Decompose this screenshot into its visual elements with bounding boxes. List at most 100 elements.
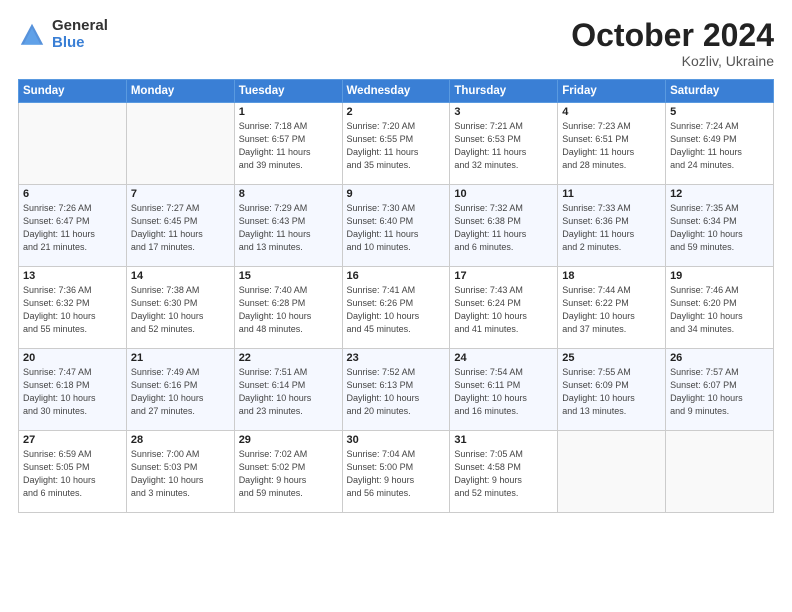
calendar-cell: 21Sunrise: 7:49 AM Sunset: 6:16 PM Dayli… [126,349,234,431]
calendar-cell: 7Sunrise: 7:27 AM Sunset: 6:45 PM Daylig… [126,185,234,267]
day-info: Sunrise: 7:27 AM Sunset: 6:45 PM Dayligh… [131,202,230,254]
calendar-cell: 10 Sunrise: 7:32 AM Sunset: 6:38 PM Dayli… [450,185,558,267]
day-number: 24 [454,352,553,364]
day-number: 27 [23,434,122,446]
calendar-cell: 3Sunrise: 7:21 AM Sunset: 6:53 PM Daylig… [450,103,558,185]
logo: General Blue [18,18,108,51]
day-number: 19 [670,270,769,282]
day-info: Sunrise: 7:30 AM Sunset: 6:40 PM Dayligh… [347,202,446,254]
day-number: 25 [562,352,661,364]
calendar-cell: 31Sunrise: 7:05 AM Sunset: 4:58 PM Dayli… [450,431,558,513]
calendar-cell: 18Sunrise: 7:44 AM Sunset: 6:22 PM Dayli… [558,267,666,349]
day-info: Sunrise: 7:26 AM Sunset: 6:47 PM Dayligh… [23,202,122,254]
calendar-cell: 4 Sunrise: 7:23 AM Sunset: 6:51 PM Daylig… [558,103,666,185]
logo-blue-text: Blue [52,35,108,52]
day-info: Sunrise: 7:29 AM Sunset: 6:43 PM Dayligh… [239,202,338,254]
day-info: Sunrise: 7:41 AM Sunset: 6:26 PM Dayligh… [347,284,446,336]
day-info: Sunrise: 7:44 AM Sunset: 6:22 PM Dayligh… [562,284,661,336]
calendar-cell: 25 Sunrise: 7:55 AM Sunset: 6:09 PM Dayli… [558,349,666,431]
calendar-cell: 1 Sunrise: 7:18 AM Sunset: 6:57 PM Daylig… [234,103,342,185]
calendar-cell: 22 Sunrise: 7:51 AM Sunset: 6:14 PM Dayli… [234,349,342,431]
calendar-cell: 29Sunrise: 7:02 AM Sunset: 5:02 PM Dayli… [234,431,342,513]
day-number: 10 [454,188,553,200]
day-number: 13 [23,270,122,282]
day-info: Sunrise: 7:23 AM Sunset: 6:51 PM Dayligh… [562,120,661,172]
calendar-cell: 6 Sunrise: 7:26 AM Sunset: 6:47 PM Daylig… [19,185,127,267]
logo-general-text: General [52,18,108,35]
calendar-cell: 26 Sunrise: 7:57 AM Sunset: 6:07 PM Dayli… [666,349,774,431]
calendar-week-1: 1 Sunrise: 7:18 AM Sunset: 6:57 PM Daylig… [19,103,774,185]
day-number: 17 [454,270,553,282]
day-number: 14 [131,270,230,282]
weekday-header-monday: Monday [126,80,234,103]
day-info: Sunrise: 6:59 AM Sunset: 5:05 PM Dayligh… [23,448,122,500]
day-number: 1 [239,106,338,118]
calendar-week-3: 13 Sunrise: 7:36 AM Sunset: 6:32 PM Dayli… [19,267,774,349]
day-info: Sunrise: 7:52 AM Sunset: 6:13 PM Dayligh… [347,366,446,418]
day-info: Sunrise: 7:00 AM Sunset: 5:03 PM Dayligh… [131,448,230,500]
weekday-header-friday: Friday [558,80,666,103]
day-number: 4 [562,106,661,118]
calendar-cell: 30Sunrise: 7:04 AM Sunset: 5:00 PM Dayli… [342,431,450,513]
weekday-header-saturday: Saturday [666,80,774,103]
day-number: 15 [239,270,338,282]
calendar-cell [666,431,774,513]
day-number: 23 [347,352,446,364]
day-info: Sunrise: 7:05 AM Sunset: 4:58 PM Dayligh… [454,448,553,500]
calendar-week-5: 27 Sunrise: 6:59 AM Sunset: 5:05 PM Dayli… [19,431,774,513]
day-info: Sunrise: 7:46 AM Sunset: 6:20 PM Dayligh… [670,284,769,336]
day-info: Sunrise: 7:33 AM Sunset: 6:36 PM Dayligh… [562,202,661,254]
day-info: Sunrise: 7:49 AM Sunset: 6:16 PM Dayligh… [131,366,230,418]
calendar-cell: 15 Sunrise: 7:40 AM Sunset: 6:28 PM Dayli… [234,267,342,349]
day-info: Sunrise: 7:57 AM Sunset: 6:07 PM Dayligh… [670,366,769,418]
title-block: October 2024 Kozliv, Ukraine [571,18,774,69]
logo-text: General Blue [52,18,108,51]
day-info: Sunrise: 7:55 AM Sunset: 6:09 PM Dayligh… [562,366,661,418]
day-info: Sunrise: 7:36 AM Sunset: 6:32 PM Dayligh… [23,284,122,336]
weekday-header-thursday: Thursday [450,80,558,103]
calendar-cell: 2 Sunrise: 7:20 AM Sunset: 6:55 PM Daylig… [342,103,450,185]
calendar-cell: 23 Sunrise: 7:52 AM Sunset: 6:13 PM Dayli… [342,349,450,431]
calendar-cell [558,431,666,513]
calendar-cell: 28 Sunrise: 7:00 AM Sunset: 5:03 PM Dayli… [126,431,234,513]
calendar-cell [126,103,234,185]
day-info: Sunrise: 7:51 AM Sunset: 6:14 PM Dayligh… [239,366,338,418]
day-number: 6 [23,188,122,200]
calendar-table: SundayMondayTuesdayWednesdayThursdayFrid… [18,79,774,513]
day-info: Sunrise: 7:18 AM Sunset: 6:57 PM Dayligh… [239,120,338,172]
day-info: Sunrise: 7:02 AM Sunset: 5:02 PM Dayligh… [239,448,338,500]
day-info: Sunrise: 7:47 AM Sunset: 6:18 PM Dayligh… [23,366,122,418]
weekday-header-wednesday: Wednesday [342,80,450,103]
calendar-cell: 14 Sunrise: 7:38 AM Sunset: 6:30 PM Dayli… [126,267,234,349]
day-number: 22 [239,352,338,364]
calendar-cell: 8 Sunrise: 7:29 AM Sunset: 6:43 PM Daylig… [234,185,342,267]
calendar-cell: 11Sunrise: 7:33 AM Sunset: 6:36 PM Dayli… [558,185,666,267]
day-number: 16 [347,270,446,282]
day-info: Sunrise: 7:38 AM Sunset: 6:30 PM Dayligh… [131,284,230,336]
calendar-cell: 24Sunrise: 7:54 AM Sunset: 6:11 PM Dayli… [450,349,558,431]
calendar-cell: 20 Sunrise: 7:47 AM Sunset: 6:18 PM Dayli… [19,349,127,431]
calendar-cell: 13 Sunrise: 7:36 AM Sunset: 6:32 PM Dayli… [19,267,127,349]
calendar-cell: 16 Sunrise: 7:41 AM Sunset: 6:26 PM Dayli… [342,267,450,349]
day-info: Sunrise: 7:43 AM Sunset: 6:24 PM Dayligh… [454,284,553,336]
day-info: Sunrise: 7:32 AM Sunset: 6:38 PM Dayligh… [454,202,553,254]
page-header: General Blue October 2024 Kozliv, Ukrain… [18,18,774,69]
day-info: Sunrise: 7:20 AM Sunset: 6:55 PM Dayligh… [347,120,446,172]
day-number: 9 [347,188,446,200]
day-number: 2 [347,106,446,118]
day-number: 26 [670,352,769,364]
day-info: Sunrise: 7:21 AM Sunset: 6:53 PM Dayligh… [454,120,553,172]
calendar-cell: 9 Sunrise: 7:30 AM Sunset: 6:40 PM Daylig… [342,185,450,267]
calendar-cell: 17 Sunrise: 7:43 AM Sunset: 6:24 PM Dayli… [450,267,558,349]
day-number: 8 [239,188,338,200]
calendar-cell: 5 Sunrise: 7:24 AM Sunset: 6:49 PM Daylig… [666,103,774,185]
day-number: 5 [670,106,769,118]
calendar-week-4: 20 Sunrise: 7:47 AM Sunset: 6:18 PM Dayli… [19,349,774,431]
day-number: 20 [23,352,122,364]
calendar-cell: 19 Sunrise: 7:46 AM Sunset: 6:20 PM Dayli… [666,267,774,349]
weekday-header-row: SundayMondayTuesdayWednesdayThursdayFrid… [19,80,774,103]
day-number: 28 [131,434,230,446]
calendar-week-2: 6 Sunrise: 7:26 AM Sunset: 6:47 PM Daylig… [19,185,774,267]
day-info: Sunrise: 7:40 AM Sunset: 6:28 PM Dayligh… [239,284,338,336]
day-info: Sunrise: 7:24 AM Sunset: 6:49 PM Dayligh… [670,120,769,172]
